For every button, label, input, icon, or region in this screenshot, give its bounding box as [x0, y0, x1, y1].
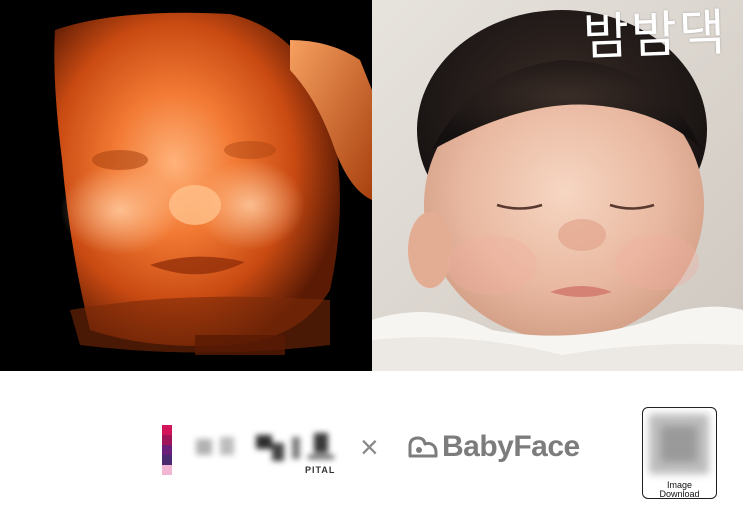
babyface-mark-icon [408, 436, 438, 458]
photo-comparison: 밤밤댁 [0, 0, 743, 371]
hospital-logo-subtitle: PITAL [305, 465, 336, 475]
logo-footer: PITAL × BabyFace Image Download [0, 371, 743, 520]
babyface-logo: BabyFace [408, 429, 580, 465]
ultrasound-face-illustration [0, 0, 372, 371]
hospital-logo-text-blurred [196, 433, 346, 465]
qr-code-icon [649, 414, 709, 474]
download-label-line2: Download [659, 489, 700, 499]
handwritten-title: 밤밤댁 [582, 3, 728, 67]
hospital-logo-mark-icon [162, 425, 172, 475]
image-download-button[interactable]: Image Download [642, 407, 717, 499]
babyface-logo-text: BabyFace [442, 430, 580, 463]
ultrasound-image [0, 0, 372, 371]
download-label: Image Download [643, 481, 716, 499]
collaboration-separator: × [360, 429, 379, 465]
newborn-photo: 밤밤댁 [372, 0, 743, 371]
hospital-logo: PITAL [160, 425, 350, 485]
